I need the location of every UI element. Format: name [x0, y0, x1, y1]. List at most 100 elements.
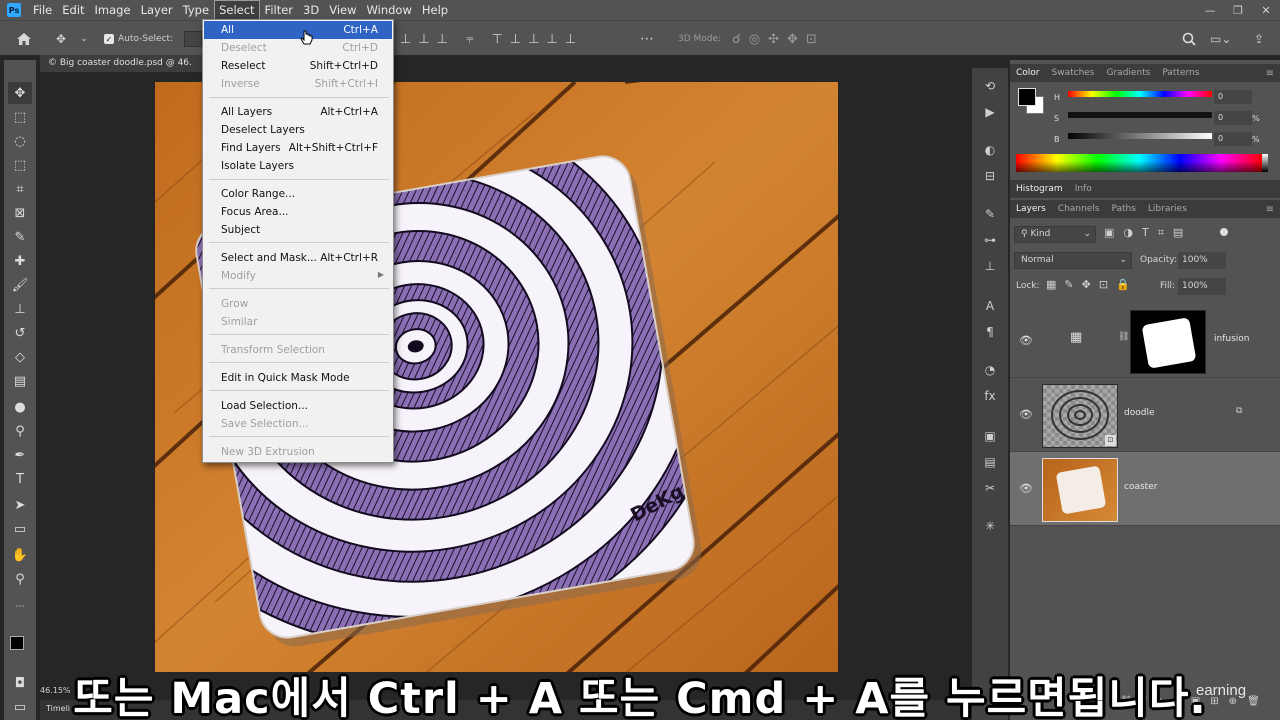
- foreground-color-swatch[interactable]: [10, 636, 24, 650]
- visibility-eye-icon[interactable]: 👁: [1019, 408, 1033, 421]
- healing-brush-tool-icon[interactable]: ✚: [8, 250, 32, 272]
- tab-info[interactable]: Info: [1069, 184, 1098, 194]
- menu-item-focus-area[interactable]: Focus Area...: [204, 203, 392, 221]
- chevron-down-icon[interactable]: ⌄: [80, 29, 88, 49]
- lasso-tool-icon[interactable]: ◌: [8, 130, 32, 152]
- menu-type[interactable]: Type: [178, 0, 214, 20]
- pen-tool-icon[interactable]: ✒: [8, 444, 32, 466]
- tab-channels[interactable]: Channels: [1052, 204, 1106, 214]
- tools-preset-icon[interactable]: ✂: [980, 478, 1000, 498]
- restore-icon[interactable]: ❐: [1224, 0, 1252, 20]
- visibility-eye-icon[interactable]: 👁: [1019, 334, 1033, 347]
- saturation-value[interactable]: 0: [1214, 111, 1252, 125]
- brush-tool-icon[interactable]: 🖌: [8, 274, 32, 296]
- 3d-icon[interactable]: ✳: [980, 516, 1000, 536]
- rectangle-tool-icon[interactable]: ▭: [8, 518, 32, 540]
- auto-select-checkbox[interactable]: ✓ Auto-Select:: [104, 29, 173, 49]
- character-icon[interactable]: A: [980, 296, 1000, 316]
- tab-color[interactable]: Color: [1010, 68, 1046, 78]
- clone-stamp-tool-icon[interactable]: ⊥: [8, 298, 32, 320]
- move-tool-icon[interactable]: ✥: [56, 29, 66, 49]
- brightness-value[interactable]: 0: [1214, 132, 1252, 146]
- menu-item-deselect-layers[interactable]: Deselect Layers: [204, 121, 392, 139]
- tab-libraries[interactable]: Libraries: [1142, 204, 1193, 214]
- path-selection-tool-icon[interactable]: ➤: [8, 494, 32, 516]
- tab-histogram[interactable]: Histogram: [1010, 184, 1069, 194]
- zoom-tool-icon[interactable]: ⚲: [8, 568, 32, 590]
- menu-item-all[interactable]: All Ctrl+A: [204, 21, 392, 39]
- clone-source-icon[interactable]: ⊥: [980, 256, 1000, 276]
- fill-input[interactable]: 100%: [1178, 278, 1226, 295]
- hue-value[interactable]: 0: [1214, 90, 1252, 104]
- properties-icon[interactable]: ⊶: [980, 230, 1000, 250]
- tab-layers[interactable]: Layers: [1010, 204, 1052, 214]
- color-spectrum-ramp[interactable]: [1016, 154, 1262, 172]
- tab-patterns[interactable]: Patterns: [1156, 68, 1205, 78]
- fx-styles-icon[interactable]: fx: [980, 386, 1000, 406]
- panel-menu-icon[interactable]: ≡: [1260, 68, 1280, 79]
- layer-name[interactable]: coaster: [1124, 482, 1157, 492]
- type-tool-icon[interactable]: T: [8, 468, 32, 490]
- blend-mode-dropdown[interactable]: Normal ⌄: [1014, 252, 1132, 269]
- dodge-tool-icon[interactable]: ⚲: [8, 420, 32, 442]
- more-options-icon[interactable]: ⋯: [640, 29, 654, 49]
- brush-settings-icon[interactable]: ✎: [980, 204, 1000, 224]
- layer-row-coaster[interactable]: 👁 coaster: [1010, 452, 1280, 526]
- brightness-slider[interactable]: [1068, 133, 1212, 139]
- menu-view[interactable]: View: [324, 0, 361, 20]
- menu-file[interactable]: File: [28, 0, 57, 20]
- menu-edit[interactable]: Edit: [57, 0, 89, 20]
- align-icons[interactable]: ⊥⊥⊥ ⫧ ⊤⊥⊥⊥⊥: [400, 29, 583, 49]
- tab-swatches[interactable]: Swatches: [1046, 68, 1101, 78]
- layer-options-icon[interactable]: ⧉: [1236, 406, 1242, 416]
- saturation-slider[interactable]: [1068, 112, 1212, 118]
- layer-row-doodle[interactable]: 👁 ⊡ doodle ⧉: [1010, 378, 1280, 452]
- panel-menu-icon[interactable]: ≡: [1260, 204, 1280, 215]
- black-white-ramp[interactable]: [1262, 154, 1268, 172]
- adjustments-icon[interactable]: ◐: [980, 140, 1000, 160]
- menu-item-all-layers[interactable]: All Layers Alt+Ctrl+A: [204, 103, 392, 121]
- menu-item-similar[interactable]: Similar: [204, 313, 392, 331]
- layer-row-infusion[interactable]: 👁 ▦ ⛓ infusion: [1010, 304, 1280, 378]
- hue-slider[interactable]: [1068, 91, 1212, 97]
- layer-filter-icons[interactable]: ▣◑T⌗▤: [1104, 226, 1192, 240]
- menu-image[interactable]: Image: [90, 0, 136, 20]
- styles-icon[interactable]: ⊟: [980, 166, 1000, 186]
- workspace-icon[interactable]: ▭⌄: [1210, 29, 1231, 49]
- minimize-icon[interactable]: —: [1196, 0, 1224, 20]
- layer-name[interactable]: doodle: [1124, 408, 1154, 418]
- menu-layer[interactable]: Layer: [136, 0, 178, 20]
- menu-item-color-range[interactable]: Color Range...: [204, 185, 392, 203]
- hand-tool-icon[interactable]: ✋: [8, 544, 32, 566]
- menu-item-subject[interactable]: Subject: [204, 221, 392, 239]
- menu-help[interactable]: Help: [417, 0, 453, 20]
- info-panel-icon[interactable]: ▣: [980, 426, 1000, 446]
- home-icon[interactable]: [16, 29, 32, 49]
- paragraph-icon[interactable]: ¶: [980, 322, 1000, 342]
- history-brush-tool-icon[interactable]: ↺: [8, 322, 32, 344]
- tab-paths[interactable]: Paths: [1105, 204, 1141, 214]
- eraser-tool-icon[interactable]: ◇: [8, 346, 32, 368]
- menu-item-isolate-layers[interactable]: Isolate Layers: [204, 157, 392, 175]
- menu-3d[interactable]: 3D: [298, 0, 324, 20]
- menu-item-inverse[interactable]: Inverse Shift+Ctrl+I: [204, 75, 392, 93]
- quick-select-tool-icon[interactable]: ⬚: [8, 154, 32, 176]
- auto-select-target-dropdown[interactable]: [184, 31, 202, 47]
- filter-toggle-icon[interactable]: [1220, 228, 1228, 236]
- search-icon[interactable]: [1182, 29, 1196, 49]
- frame-tool-icon[interactable]: ⊠: [8, 202, 32, 224]
- notes-icon[interactable]: ▤: [980, 452, 1000, 472]
- menu-item-reselect[interactable]: Reselect Shift+Ctrl+D: [204, 57, 392, 75]
- menu-item-save-selection[interactable]: Save Selection...: [204, 415, 392, 433]
- menu-item-transform-selection[interactable]: Transform Selection: [204, 341, 392, 359]
- history-icon[interactable]: ⟲: [980, 76, 1000, 96]
- menu-item-load-selection[interactable]: Load Selection...: [204, 397, 392, 415]
- link-icon[interactable]: ⛓: [1118, 332, 1129, 342]
- color-foreground-swatch[interactable]: [1018, 88, 1036, 106]
- layer-thumbnail[interactable]: [1042, 458, 1118, 522]
- menu-item-grow[interactable]: Grow: [204, 295, 392, 313]
- share-icon[interactable]: ⇪: [1254, 29, 1264, 49]
- menu-item-modify[interactable]: Modify ▶: [204, 267, 392, 285]
- eyedropper-tool-icon[interactable]: ✎: [8, 226, 32, 248]
- menu-item-find-layers[interactable]: Find Layers Alt+Shift+Ctrl+F: [204, 139, 392, 157]
